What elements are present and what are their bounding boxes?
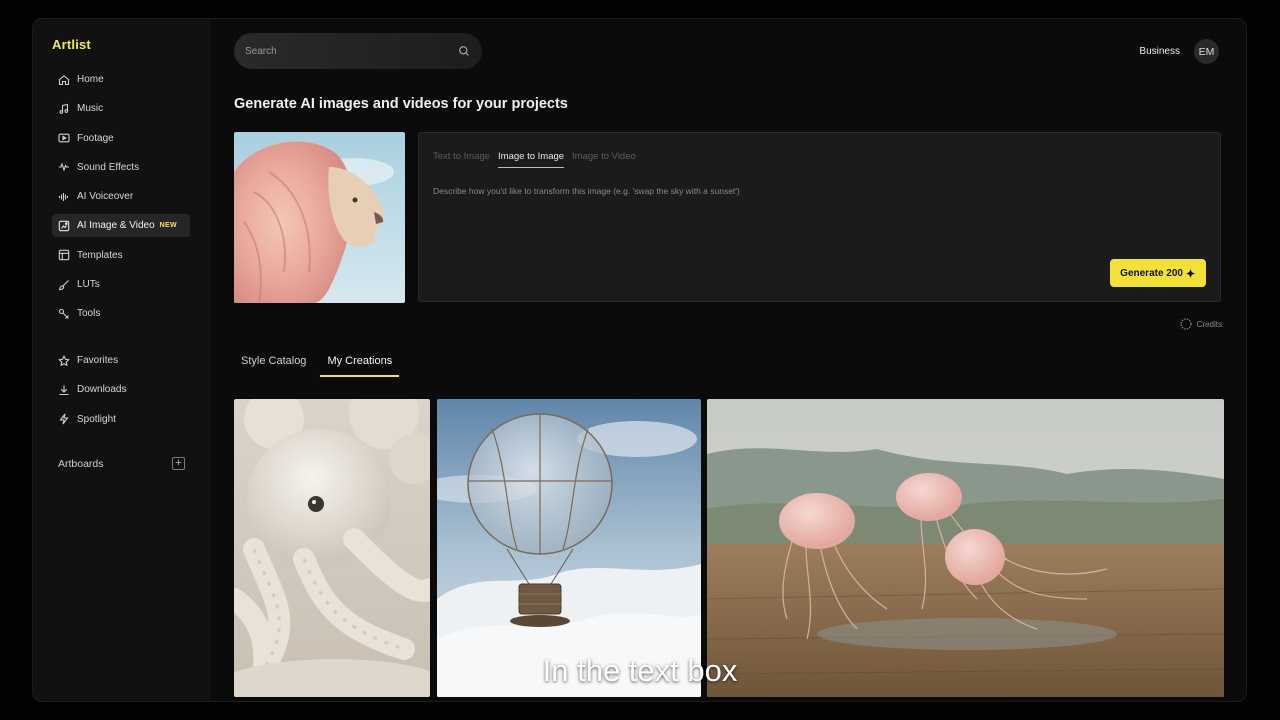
sidebar-item-ai-voiceover[interactable]: AI Voiceover (52, 185, 190, 208)
tab-style-catalog[interactable]: Style Catalog (234, 352, 313, 377)
play-icon (58, 132, 70, 144)
add-artboard-button[interactable]: + (172, 457, 185, 470)
plus-icon: + (175, 457, 182, 469)
sidebar-item-label: Tools (77, 308, 101, 320)
sidebar-item-downloads[interactable]: Downloads (52, 378, 190, 401)
tools-icon (58, 308, 70, 320)
sidebar-item-favorites[interactable]: Favorites (52, 349, 190, 372)
bolt-icon (58, 413, 70, 425)
search-icon[interactable] (458, 45, 470, 57)
credits-ring-icon (1180, 318, 1192, 330)
sidebar-item-label: Sound Effects (77, 161, 140, 173)
sidebar-item-label: Music (77, 103, 104, 115)
tab-my-creations[interactable]: My Creations (320, 352, 400, 377)
generate-button[interactable]: Generate 200 (1110, 259, 1206, 287)
sidebar-item-tools[interactable]: Tools (52, 302, 190, 325)
brush-icon (58, 279, 70, 291)
sidebar-item-label: Footage (77, 132, 114, 144)
main-nav: Home Music Footage Sound Effects AI Voic… (52, 68, 190, 332)
tab-image-to-video[interactable]: Image to Video (572, 151, 636, 168)
tab-text-to-image[interactable]: Text to Image (433, 151, 490, 168)
mode-tabs: Text to Image Image to Image Image to Vi… (433, 151, 644, 168)
search-bar (234, 33, 482, 69)
business-link[interactable]: Business (1139, 46, 1180, 57)
music-note-icon (58, 103, 70, 115)
sparkle-icon (1185, 267, 1196, 279)
artboards-label: Artboards (58, 457, 104, 470)
star-icon (58, 354, 70, 367)
page-title: Generate AI images and videos for your p… (234, 96, 568, 112)
sidebar-item-label: Favorites (77, 355, 119, 366)
credits-label: Credits (1196, 319, 1222, 329)
sidebar-item-home[interactable]: Home (52, 68, 190, 91)
sidebar-item-spotlight[interactable]: Spotlight (52, 408, 190, 431)
sidebar-item-music[interactable]: Music (52, 97, 190, 120)
sidebar-item-label: Spotlight (77, 413, 116, 425)
sidebar-item-label: Downloads (77, 384, 127, 396)
credits-indicator[interactable]: Credits (1180, 318, 1222, 330)
artboards-section: Artboards + (58, 457, 185, 470)
home-icon (58, 74, 70, 86)
prompt-input[interactable] (433, 186, 1193, 216)
avatar[interactable]: EM (1194, 39, 1219, 64)
generate-label: Generate 200 (1120, 267, 1183, 279)
sidebar-item-label: AI Image & Video (77, 220, 155, 232)
sidebar-item-label: Home (77, 74, 104, 85)
prompt-panel: Text to Image Image to Image Image to Vi… (418, 132, 1221, 302)
sidebar-item-footage[interactable]: Footage (52, 127, 190, 150)
artlist-logo[interactable]: Artlist (52, 37, 91, 52)
sidebar-item-sound-effects[interactable]: Sound Effects (52, 156, 190, 179)
sidebar-item-label: AI Voiceover (77, 191, 134, 203)
app-window: Artlist Home Music Footage Sound Effects… (32, 18, 1247, 702)
gallery-tabs: Style Catalog My Creations (234, 352, 406, 377)
sidebar-item-ai-image-video[interactable]: AI Image & Video NEW (52, 214, 190, 238)
search-input[interactable] (245, 45, 458, 57)
sidebar: Artlist Home Music Footage Sound Effects… (33, 19, 210, 701)
voice-wave-icon (58, 191, 70, 203)
sidebar-item-luts[interactable]: LUTs (52, 273, 190, 296)
header-right: Business EM (1139, 39, 1219, 64)
sidebar-item-label: LUTs (77, 279, 100, 291)
sidebar-item-templates[interactable]: Templates (52, 244, 190, 267)
tab-image-to-image[interactable]: Image to Image (498, 151, 565, 168)
ai-image-icon (58, 220, 70, 232)
video-caption: In the text box (542, 653, 738, 688)
secondary-nav: Favorites Downloads Spotlight (52, 349, 190, 437)
source-image-lion[interactable] (234, 132, 405, 303)
sidebar-item-label: Templates (77, 249, 123, 261)
new-badge: NEW (159, 222, 177, 230)
waveform-icon (58, 161, 70, 173)
lion-image (234, 132, 405, 303)
download-icon (58, 384, 70, 396)
template-icon (58, 249, 70, 261)
